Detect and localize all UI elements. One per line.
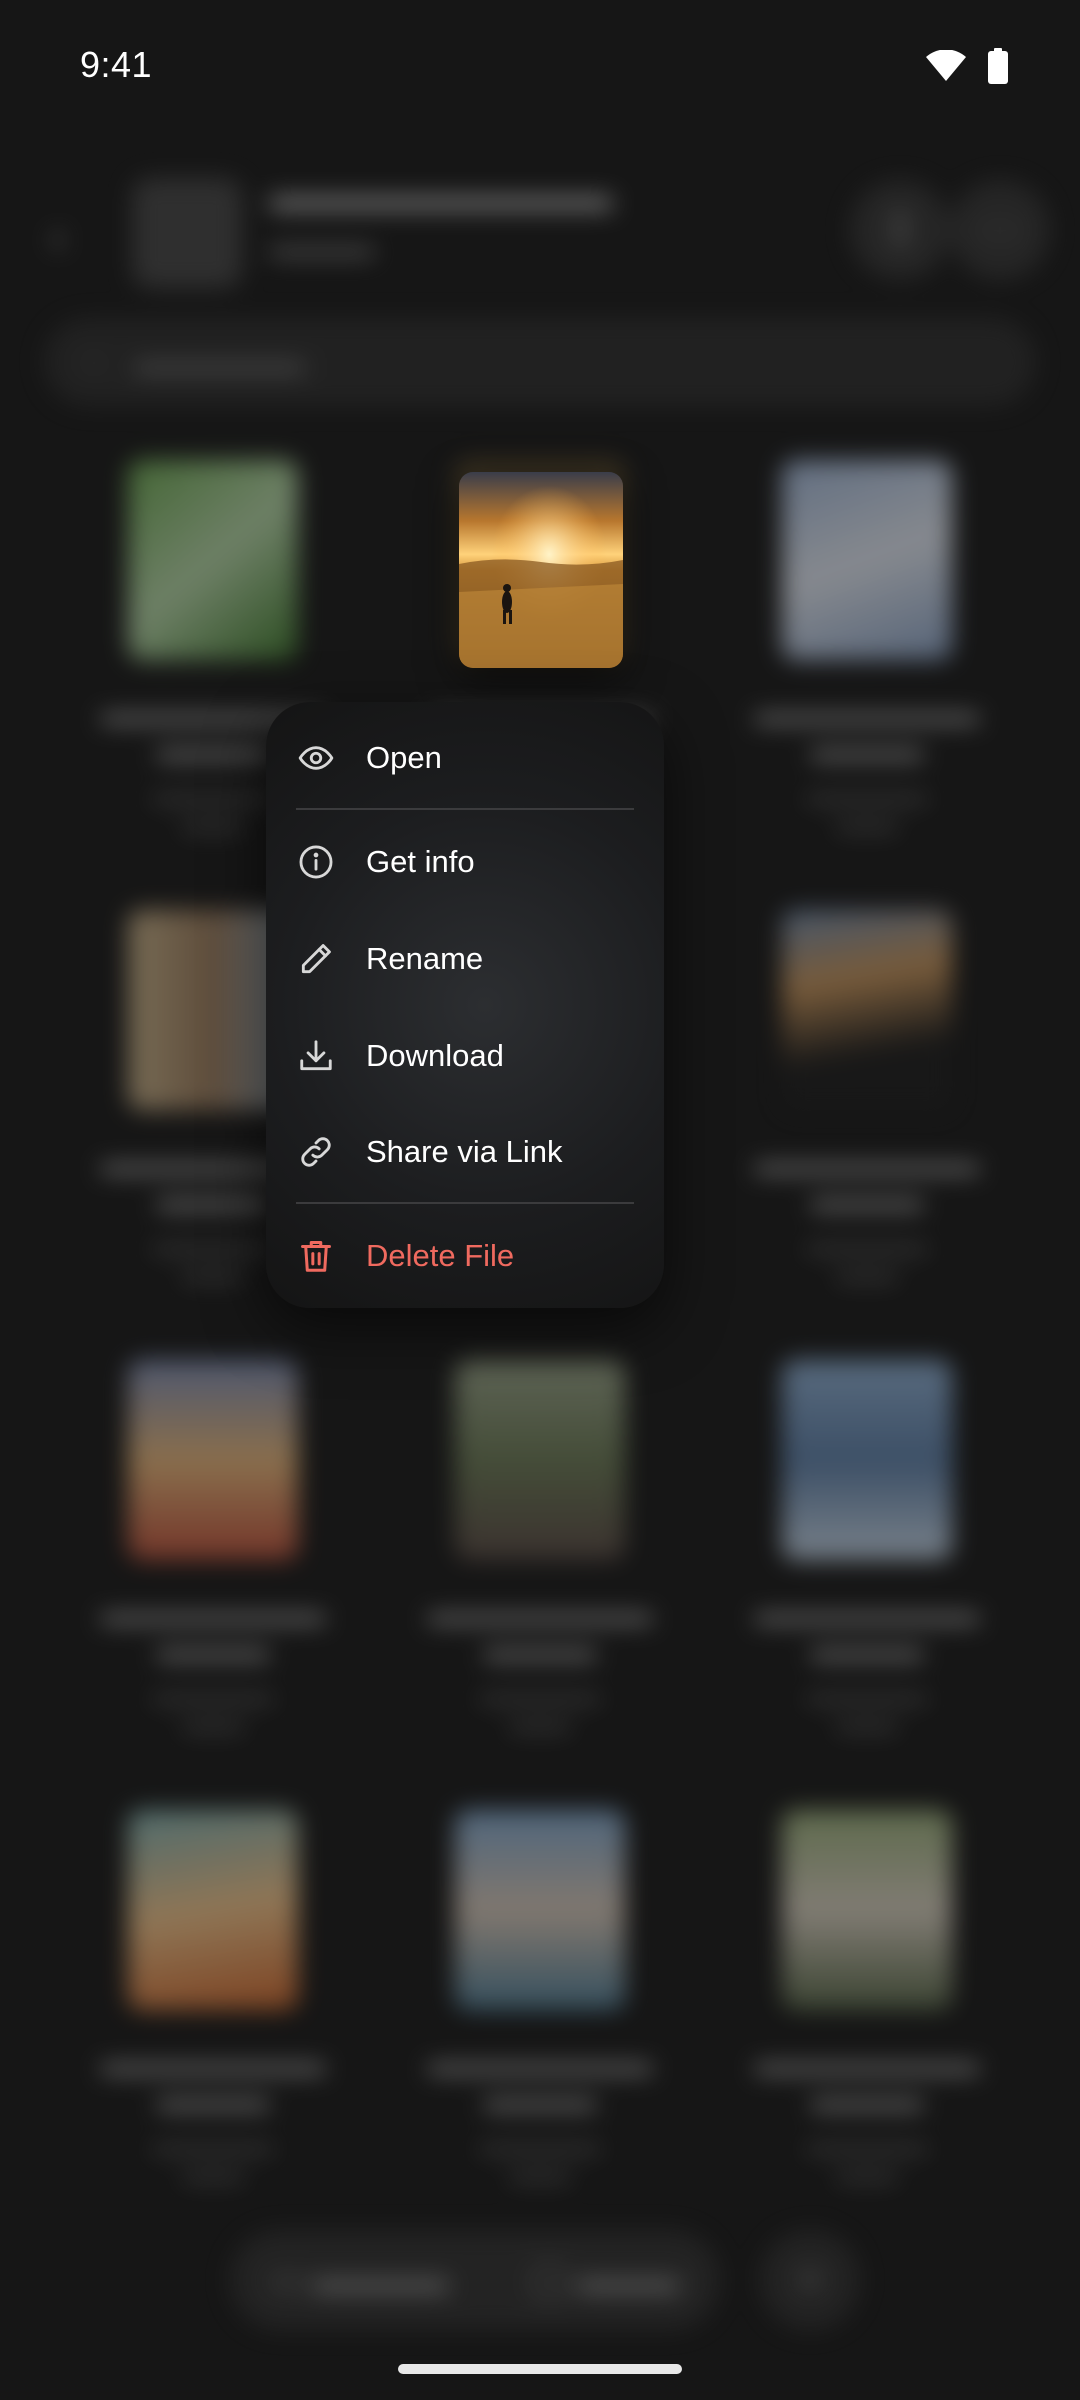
file-meta-blur: ▬▬▬▬▬▬▬▬▬ — [807, 785, 927, 835]
file-tile: ▬▬▬▬▬▬▬▬▬▬▬▬ ▬▬▬▬▬▬▬▬▬ — [50, 1810, 376, 2188]
file-tile: ▬▬▬▬▬▬▬▬▬▬▬▬ ▬▬▬▬▬▬▬▬▬ — [704, 1810, 1030, 2188]
file-tile: ▬▬▬▬▬▬▬▬▬▬▬▬ ▬▬▬▬▬▬▬▬▬ — [704, 460, 1030, 838]
selected-file-thumbnail[interactable] — [459, 472, 623, 668]
file-meta-blur: ▬▬▬▬▬▬▬▬▬ — [480, 1685, 600, 1735]
status-time: 9:41 — [80, 44, 153, 85]
upload-icon: ↥ — [850, 180, 950, 280]
pencil-icon — [296, 939, 336, 979]
file-meta-blur: ▬▬▬▬▬▬▬▬▬ — [807, 2135, 927, 2185]
file-thumbnail — [455, 1360, 625, 1560]
folder-thumbnail — [132, 178, 242, 288]
status-icons — [926, 48, 1008, 84]
menu-divider — [296, 1202, 634, 1204]
eye-icon — [296, 738, 336, 778]
search-placeholder-blur: ▬▬▬▬▬ — [134, 342, 305, 381]
file-meta-blur: ▬▬▬▬▬▬▬▬▬ — [807, 1685, 927, 1735]
menu-item-delete-file[interactable]: Delete File — [266, 1216, 664, 1296]
file-tile: ▬▬▬▬▬▬▬▬▬▬▬▬ ▬▬▬▬▬▬▬▬▬ — [377, 1810, 703, 2188]
file-name-blur: ▬▬▬▬▬▬▬▬▬▬▬▬ — [755, 1598, 979, 1665]
back-arrow-icon: ‹ — [50, 211, 66, 264]
file-thumbnail — [782, 1810, 952, 2010]
overview-tab-blur: ▭ ▬▬▬▬ — [270, 2261, 449, 2299]
menu-item-open[interactable]: Open — [266, 718, 664, 798]
file-name-blur: ▬▬▬▬▬▬▬▬▬▬▬▬ — [755, 2048, 979, 2115]
menu-item-download[interactable]: Download — [266, 1016, 664, 1096]
info-icon — [296, 842, 336, 882]
folder-header: ‹ ▬▬▬▬▬▬▬▬▬ ▬▬▬▬ ↥ ⋯ — [0, 170, 1080, 300]
file-name-blur: ▬▬▬▬▬▬▬▬▬▬▬▬ — [101, 2048, 325, 2115]
search-bar: ○ ▬▬▬▬▬ — [44, 318, 1036, 406]
menu-item-share-link[interactable]: Share via Link — [266, 1112, 664, 1192]
file-meta-blur: ▬▬▬▬▬▬▬▬▬ — [153, 1685, 273, 1735]
file-thumbnail — [128, 460, 298, 660]
file-thumbnail — [455, 1810, 625, 2010]
file-name-blur: ▬▬▬▬▬▬▬▬▬▬▬▬ — [101, 1598, 325, 1665]
folder-title: ▬▬▬▬▬▬▬▬▬ — [270, 176, 612, 218]
file-tile: ▬▬▬▬▬▬▬▬▬▬▬▬ ▬▬▬▬▬▬▬▬▬ — [704, 1360, 1030, 1738]
file-name-blur: ▬▬▬▬▬▬▬▬▬▬▬▬ — [755, 1148, 979, 1215]
download-icon — [296, 1036, 336, 1076]
file-tile: ▬▬▬▬▬▬▬▬▬▬▬▬ ▬▬▬▬▬▬▬▬▬ — [50, 1360, 376, 1738]
trash-icon — [296, 1236, 336, 1276]
file-thumbnail — [782, 910, 952, 1110]
file-meta-blur: ▬▬▬▬▬▬▬▬▬ — [807, 1235, 927, 1285]
battery-icon — [988, 48, 1008, 84]
file-meta-blur: ▬▬▬▬▬▬▬▬▬ — [153, 2135, 273, 2185]
file-name-blur: ▬▬▬▬▬▬▬▬▬▬▬▬ — [755, 698, 979, 765]
file-tile: ▬▬▬▬▬▬▬▬▬▬▬▬ ▬▬▬▬▬▬▬▬▬ — [377, 1360, 703, 1738]
wifi-icon — [926, 50, 966, 81]
file-thumbnail — [128, 1360, 298, 1560]
file-tile: ▬▬▬▬▬▬▬▬▬▬▬▬ ▬▬▬▬▬▬▬▬▬ — [704, 910, 1030, 1288]
link-icon — [296, 1132, 336, 1172]
folder-subtitle: ▬▬▬▬ — [270, 232, 374, 262]
add-icon: + — [760, 2230, 860, 2330]
home-indicator[interactable] — [398, 2364, 682, 2374]
sunset-photo — [459, 472, 623, 668]
file-thumbnail — [782, 1360, 952, 1560]
menu-item-label: Download — [366, 1038, 504, 1073]
menu-item-rename[interactable]: Rename — [266, 919, 664, 999]
file-thumbnail — [782, 460, 952, 660]
file-meta-blur: ▬▬▬▬▬▬▬▬▬ — [480, 2135, 600, 2185]
drive-tab-blur: ◯ ▬▬▬ — [529, 2261, 680, 2299]
more-icon: ⋯ — [950, 180, 1050, 280]
search-icon: ○ — [84, 342, 105, 381]
file-name-blur: ▬▬▬▬▬▬▬▬▬▬▬▬ — [428, 2048, 652, 2115]
menu-item-label: Delete File — [366, 1238, 515, 1273]
status-bar: 9:41 — [0, 0, 1080, 135]
bottom-navigation: ▭ ▬▬▬▬ ◯ ▬▬▬ — [230, 2230, 720, 2330]
file-name-blur: ▬▬▬▬▬▬▬▬▬▬▬▬ — [428, 1598, 652, 1665]
menu-item-label: Get info — [366, 844, 475, 879]
menu-divider — [296, 808, 634, 810]
menu-item-get-info[interactable]: Get info — [266, 822, 664, 902]
file-thumbnail — [128, 1810, 298, 2010]
menu-item-label: Rename — [366, 941, 484, 976]
file-context-menu: Open Get info Rename Download Share via … — [266, 702, 664, 1308]
menu-item-label: Share via Link — [366, 1134, 563, 1169]
menu-item-label: Open — [366, 740, 442, 775]
